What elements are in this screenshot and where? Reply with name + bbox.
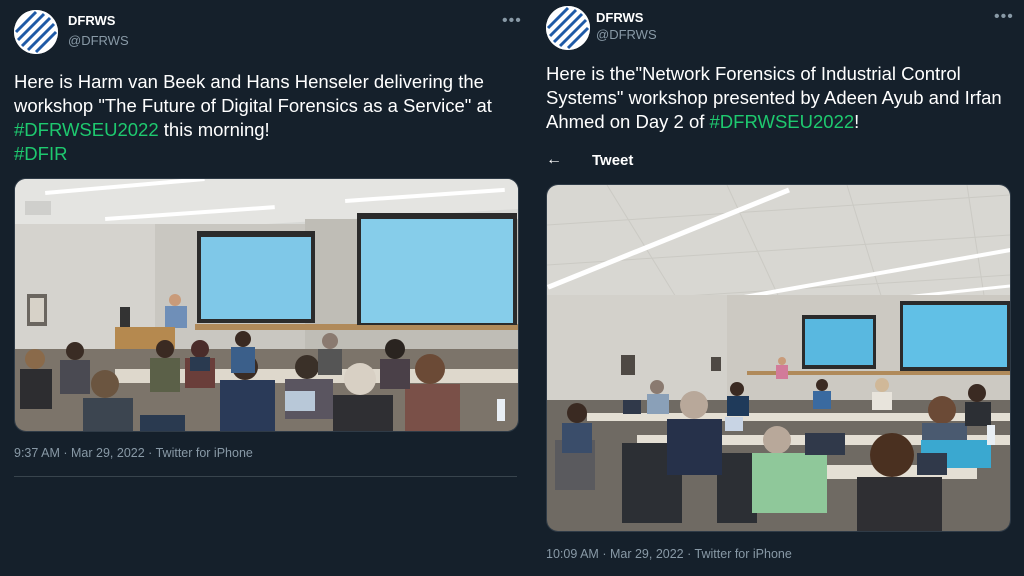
tweet-text-part: Here is Harm van Beek and Hans Henseler … — [14, 71, 492, 116]
tweet-date: Mar 29, 2022 — [71, 446, 145, 460]
back-arrow-icon[interactable]: ← — [546, 151, 562, 169]
account-name[interactable]: DFRWS — [596, 10, 643, 25]
tweet-text-part: ! — [854, 111, 860, 132]
tweet-time: 9:37 AM — [14, 446, 60, 460]
hashtag-link[interactable]: #DFIR — [14, 143, 67, 164]
tweet-right: DFRWS @DFRWS ••• Here is the"Network For… — [530, 0, 1024, 576]
more-dots-icon[interactable]: ••• — [994, 9, 1014, 25]
tweet-left: DFRWS @DFRWS ••• Here is Harm van Beek a… — [0, 0, 530, 576]
tweet-text: Here is the"Network Forensics of Industr… — [546, 62, 1006, 134]
tweet-header-title: Tweet — [592, 152, 634, 169]
tweet-source[interactable]: Twitter for iPhone — [695, 547, 792, 561]
tweet-text: Here is Harm van Beek and Hans Henseler … — [14, 70, 514, 166]
meta-separator: · — [687, 547, 692, 561]
account-name[interactable]: DFRWS — [68, 13, 115, 28]
divider — [14, 476, 517, 477]
more-dots-icon[interactable]: ••• — [502, 13, 522, 29]
account-handle[interactable]: @DFRWS — [596, 27, 657, 42]
account-handle[interactable]: @DFRWS — [68, 33, 129, 48]
tweet-date: Mar 29, 2022 — [609, 547, 684, 561]
tweet-time: 10:09 AM — [546, 547, 599, 561]
hashtag-link[interactable]: #DFRWSEU2022 — [14, 119, 159, 140]
tweet-photo[interactable] — [546, 184, 1011, 532]
tweet-photo[interactable] — [14, 178, 519, 432]
dfrws-avatar-icon[interactable] — [14, 10, 58, 54]
tweet-timestamp[interactable]: 10:09 AM · Mar 29, 2022 · Twitter for iP… — [546, 547, 792, 561]
tweet-text-part: this morning! — [158, 119, 270, 140]
meta-separator: · — [148, 446, 153, 460]
hashtag-link[interactable]: #DFRWSEU2022 — [710, 111, 855, 132]
meta-separator: · — [63, 446, 68, 460]
tweet-source[interactable]: Twitter for iPhone — [156, 446, 253, 460]
dfrws-avatar-icon[interactable] — [546, 6, 590, 50]
tweet-timestamp[interactable]: 9:37 AM · Mar 29, 2022 · Twitter for iPh… — [14, 446, 253, 460]
meta-separator: · — [602, 547, 607, 561]
